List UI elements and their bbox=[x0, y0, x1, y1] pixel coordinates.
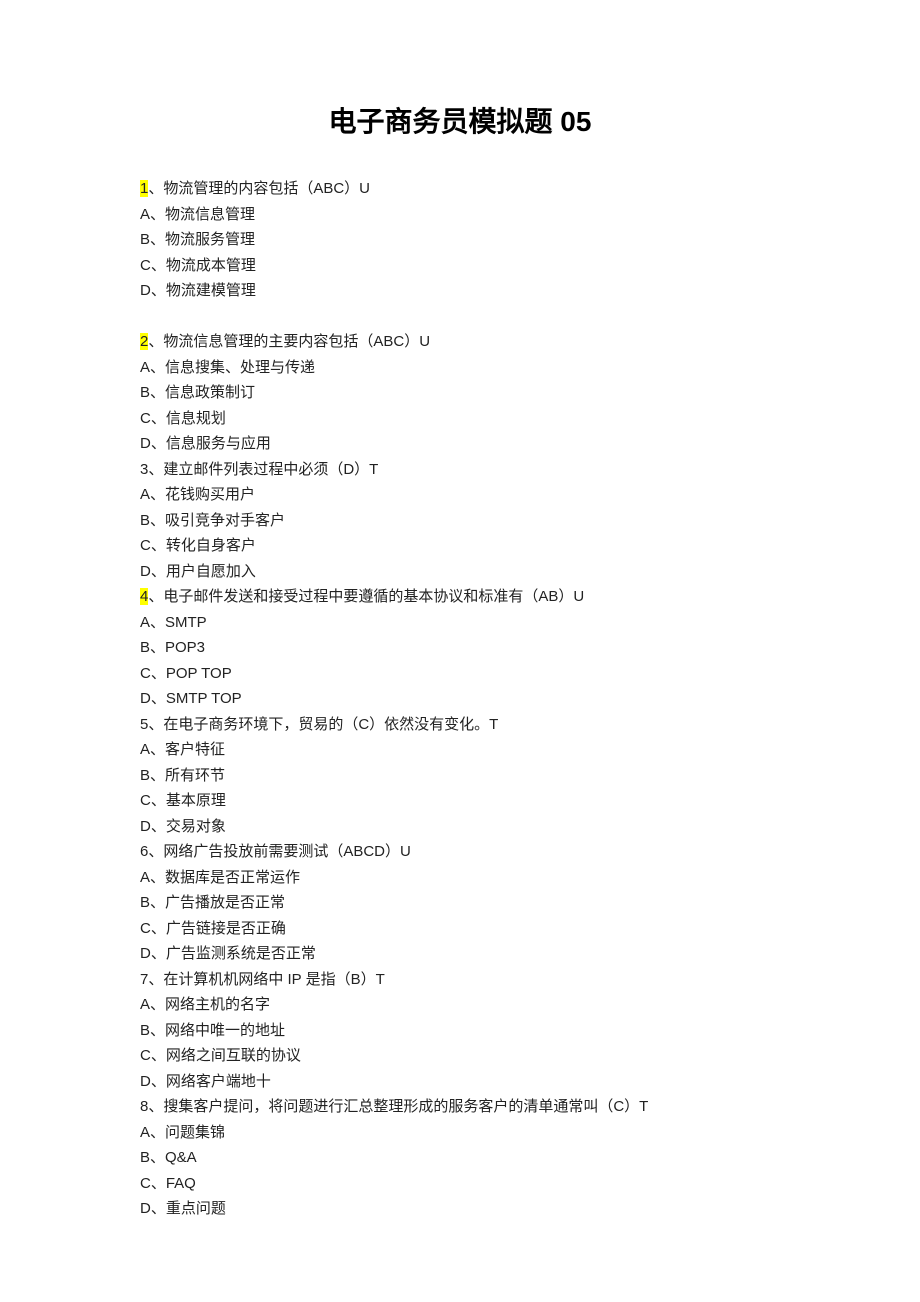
text-line: 7、在计算机机网络中 IP 是指（B）T bbox=[140, 967, 780, 993]
text-line: B、物流服务管理 bbox=[140, 227, 780, 253]
text-line: A、网络主机的名字 bbox=[140, 992, 780, 1018]
text-line: A、数据库是否正常运作 bbox=[140, 865, 780, 891]
text-line: B、所有环节 bbox=[140, 763, 780, 789]
text-line: 6、网络广告投放前需要测试（ABCD）U bbox=[140, 839, 780, 865]
text-line: B、信息政策制订 bbox=[140, 380, 780, 406]
text-line: A、花钱购买用户 bbox=[140, 482, 780, 508]
text-line: 4、电子邮件发送和接受过程中要遵循的基本协议和标准有（AB）U bbox=[140, 584, 780, 610]
document-page: 电子商务员模拟题 05 1、物流管理的内容包括（ABC）UA、物流信息管理B、物… bbox=[0, 0, 920, 1282]
text-line bbox=[140, 304, 780, 330]
text-line: D、交易对象 bbox=[140, 814, 780, 840]
text-line: 5、在电子商务环境下，贸易的（C）依然没有变化。T bbox=[140, 712, 780, 738]
text-line: A、客户特征 bbox=[140, 737, 780, 763]
text-line: D、信息服务与应用 bbox=[140, 431, 780, 457]
text-line: D、广告监测系统是否正常 bbox=[140, 941, 780, 967]
text-line: 3、建立邮件列表过程中必须（D）T bbox=[140, 457, 780, 483]
text-line: C、转化自身客户 bbox=[140, 533, 780, 559]
text-line: C、物流成本管理 bbox=[140, 253, 780, 279]
text-line: 1、物流管理的内容包括（ABC）U bbox=[140, 176, 780, 202]
text-line: 8、搜集客户提问，将问题进行汇总整理形成的服务客户的清单通常叫（C）T bbox=[140, 1094, 780, 1120]
text-line: A、问题集锦 bbox=[140, 1120, 780, 1146]
text-line: B、广告播放是否正常 bbox=[140, 890, 780, 916]
text-line: B、网络中唯一的地址 bbox=[140, 1018, 780, 1044]
text-line: 2、物流信息管理的主要内容包括（ABC）U bbox=[140, 329, 780, 355]
text-line: D、SMTP TOP bbox=[140, 686, 780, 712]
text-line: C、FAQ bbox=[140, 1171, 780, 1197]
text-line: D、重点问题 bbox=[140, 1196, 780, 1222]
line-text: 、物流信息管理的主要内容包括（ABC）U bbox=[148, 333, 430, 350]
text-line: C、基本原理 bbox=[140, 788, 780, 814]
text-line: A、物流信息管理 bbox=[140, 202, 780, 228]
text-line: C、POP TOP bbox=[140, 661, 780, 687]
text-line: B、Q&A bbox=[140, 1145, 780, 1171]
text-line: C、网络之间互联的协议 bbox=[140, 1043, 780, 1069]
text-line: C、信息规划 bbox=[140, 406, 780, 432]
text-line: D、物流建模管理 bbox=[140, 278, 780, 304]
text-line: A、信息搜集、处理与传递 bbox=[140, 355, 780, 381]
text-line: A、SMTP bbox=[140, 610, 780, 636]
page-title: 电子商务员模拟题 05 bbox=[140, 100, 780, 140]
text-line: D、网络客户端地十 bbox=[140, 1069, 780, 1095]
line-text: 、电子邮件发送和接受过程中要遵循的基本协议和标准有（AB）U bbox=[148, 588, 584, 605]
question-list: 1、物流管理的内容包括（ABC）UA、物流信息管理B、物流服务管理C、物流成本管… bbox=[140, 176, 780, 1222]
text-line: D、用户自愿加入 bbox=[140, 559, 780, 585]
text-line: B、POP3 bbox=[140, 635, 780, 661]
text-line: B、吸引竞争对手客户 bbox=[140, 508, 780, 534]
text-line: C、广告链接是否正确 bbox=[140, 916, 780, 942]
line-text: 、物流管理的内容包括（ABC）U bbox=[148, 180, 370, 197]
